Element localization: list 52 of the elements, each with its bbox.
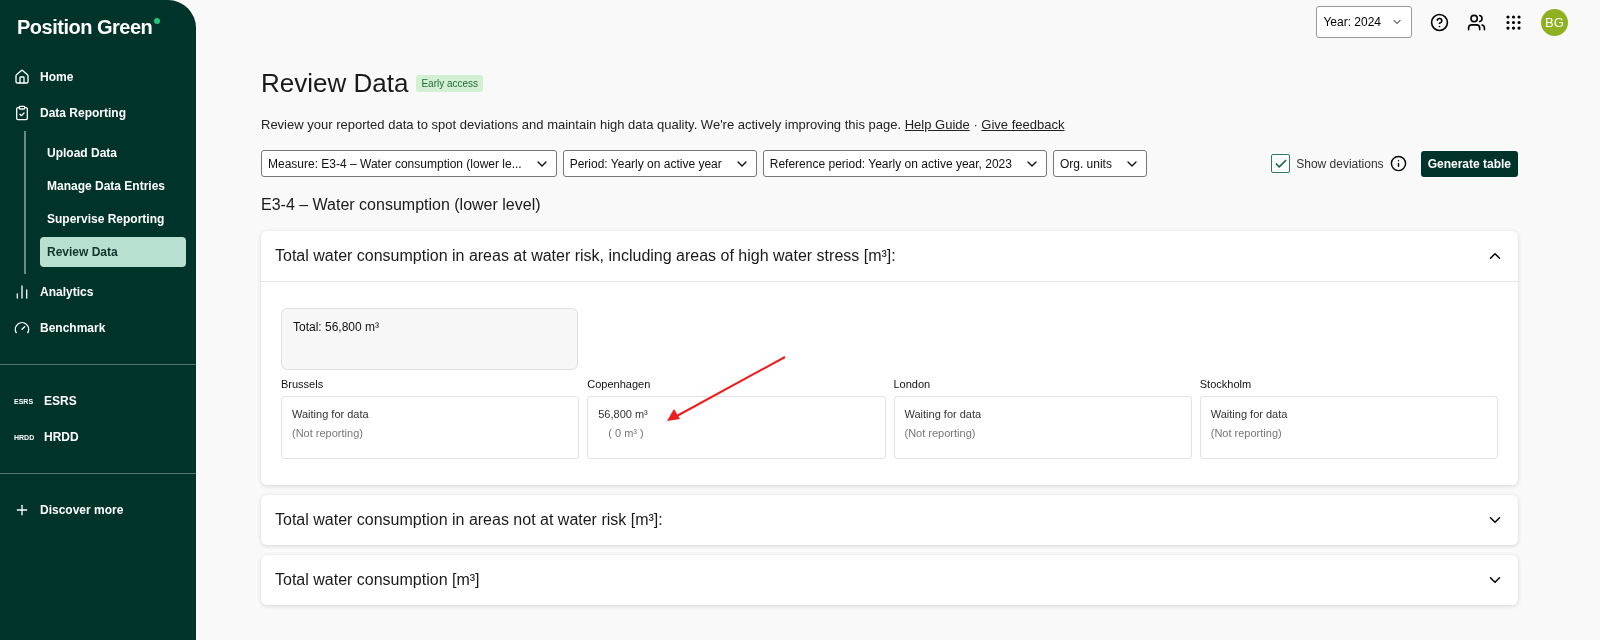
nav-subitem[interactable]: Review Data [40,237,186,267]
unit-name: London [893,378,932,390]
year-select[interactable]: Year: 2024 [1316,6,1412,38]
page-title: Review Data [261,68,409,99]
gauge-icon [14,320,30,336]
nav-item[interactable]: Home [0,59,196,95]
show-deviations-checkbox[interactable] [1271,154,1291,173]
bar-chart-icon [14,284,30,300]
filter-dropdown[interactable]: Reference period: Yearly on active year, 2023 [762,150,1047,177]
nav-item[interactable]: ESRS [44,394,77,408]
home-icon [14,69,30,85]
unit-name: Stockholm [1199,378,1253,390]
unit-value: Waiting for data [292,408,370,420]
filter-dropdown[interactable]: Measure: E3-4 – Water consumption (lower le... [261,150,557,177]
nav-item[interactable]: Data Reporting [0,95,196,131]
info-icon[interactable] [1389,155,1407,172]
reference-value: (Not reporting) [904,427,977,439]
total-panel: Total: 56,800 m³ [281,308,578,370]
link-separator: · [973,117,978,132]
plus-icon [14,502,30,518]
unit-name: Brussels [281,378,325,390]
nav-subitem[interactable]: Manage Data Entries [40,171,186,201]
filter-dropdown[interactable]: Org. units [1052,150,1147,177]
page-description: Review your reported data to spot deviations and maintain high data quality. We're actively improving this page. [261,117,902,132]
reference-value: ( 0 m³ ) [607,427,645,439]
clipboard-icon [14,105,30,121]
generate-table-button[interactable]: Generate table [1420,150,1518,177]
unit-value: Waiting for data [1210,408,1289,420]
section-title: Total water consumption in areas at water risk, including areas of high water stress [m³]: [275,247,896,265]
filter-dropdown[interactable]: Period: Yearly on active year [562,150,757,177]
nav-item[interactable]: Benchmark [0,310,196,346]
nav-subitem[interactable]: Upload Data [40,138,186,168]
discover-more-link[interactable]: Discover more [0,492,196,528]
show-deviations-label: Show deviations [1296,156,1384,171]
measure-heading: E3-4 – Water consumption (lower level) [261,196,542,214]
reference-value: (Not reporting) [292,427,364,439]
unit-value: 56,800 m³ [598,408,649,420]
reference-value: (Not reporting) [1210,427,1283,439]
nav-item[interactable]: Analytics [0,274,196,310]
nav-item[interactable]: HRDD [44,430,79,444]
apps-grid-icon[interactable] [1504,12,1523,32]
unit-value: Waiting for data [904,408,983,420]
help-guide-link[interactable]: Help Guide [904,117,970,132]
section-title: Total water consumption in areas not at water risk [m³]: [275,511,663,529]
unit-name: Copenhagen [587,378,652,390]
nav-subitem[interactable]: Supervise Reporting [40,204,186,234]
people-icon[interactable] [1467,12,1486,32]
early-access-badge: Early access [416,75,484,92]
feedback-link[interactable]: Give feedback [981,117,1065,132]
help-icon[interactable] [1430,12,1449,32]
logo: Position Green [0,0,196,59]
section-title: Total water consumption [m³] [275,571,480,589]
